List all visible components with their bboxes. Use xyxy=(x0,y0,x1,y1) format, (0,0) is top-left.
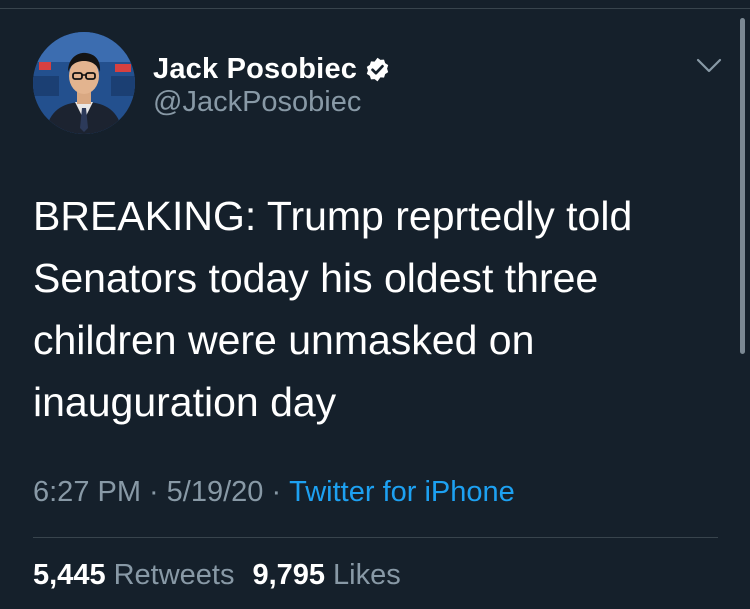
tweet-date[interactable]: 5/19/20 xyxy=(167,476,264,508)
tweet-source-link[interactable]: Twitter for iPhone xyxy=(289,476,515,508)
likes-label: Likes xyxy=(333,559,401,591)
retweets-stat[interactable]: 5,445 Retweets xyxy=(33,559,234,591)
tweet-text: BREAKING: Trump reprtedly told Senators … xyxy=(33,193,633,425)
tweet-meta: 6:27 PM · 5/19/20 · Twitter for iPhone xyxy=(33,476,515,509)
author-name-row[interactable]: Jack Posobiec xyxy=(153,49,391,89)
verified-badge-icon xyxy=(364,56,391,83)
tweet-time: 6:27 PM xyxy=(33,476,141,508)
likes-count: 9,795 xyxy=(252,559,326,591)
meta-separator: · xyxy=(149,476,159,508)
meta-separator: · xyxy=(271,476,282,508)
author-display-name[interactable]: Jack Posobiec xyxy=(153,53,357,86)
top-divider xyxy=(0,8,750,9)
retweets-count: 5,445 xyxy=(33,559,106,591)
avatar[interactable] xyxy=(33,32,135,134)
likes-stat[interactable]: 9,795 Likes xyxy=(252,559,400,591)
scrollbar[interactable] xyxy=(740,18,745,354)
retweets-label: Retweets xyxy=(113,559,235,591)
tweet-stats: 5,445 Retweets 9,795 Likes xyxy=(33,559,401,592)
author-handle[interactable]: @JackPosobiec xyxy=(153,86,361,119)
chevron-down-icon[interactable] xyxy=(694,56,724,76)
stats-divider xyxy=(33,537,718,538)
